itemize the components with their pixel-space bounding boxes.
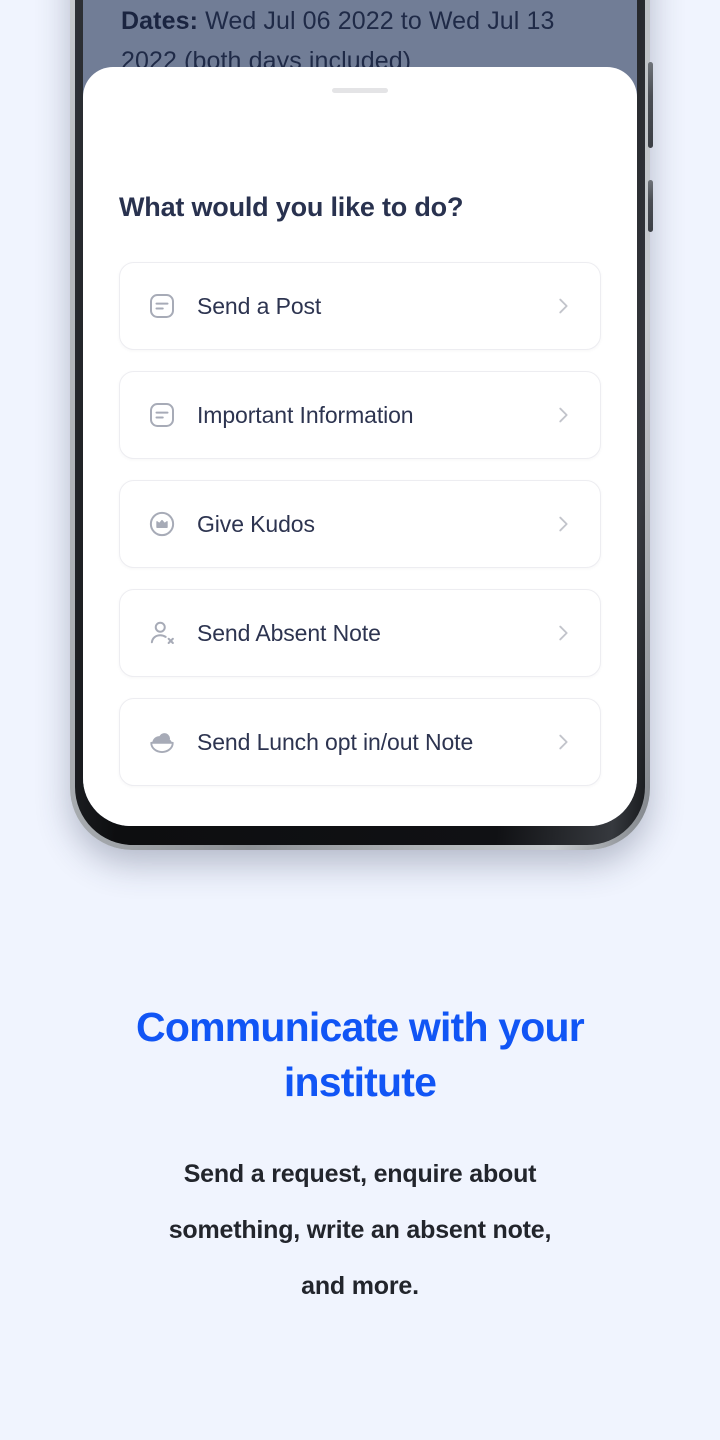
chevron-right-icon — [552, 513, 574, 535]
option-label: Send a Post — [197, 292, 322, 319]
sheet-title: What would you like to do? — [119, 192, 464, 222]
chevron-right-icon — [552, 404, 574, 426]
dates-label: Dates: — [121, 7, 199, 35]
action-bottom-sheet: What would you like to do? Send a Post I… — [83, 67, 637, 826]
kudos-crown-icon — [147, 509, 177, 539]
volume-button[interactable] — [648, 180, 653, 232]
option-important-information[interactable]: Important Information — [119, 371, 601, 459]
option-send-lunch-note[interactable]: Send Lunch opt in/out Note — [119, 698, 601, 786]
note-lines-icon — [147, 291, 177, 321]
phone-mockup: Dates: Wed Jul 06 2022 to Wed Jul 13 202… — [70, 0, 653, 850]
lunch-bowl-icon — [147, 727, 177, 757]
option-label: Give Kudos — [197, 510, 315, 537]
drag-handle[interactable] — [332, 88, 388, 93]
option-list: Send a Post Important Information Give K… — [119, 262, 601, 807]
option-label: Important Information — [197, 401, 414, 428]
promo-section: Communicate with your institute Send a r… — [0, 1000, 720, 1314]
chevron-right-icon — [552, 731, 574, 753]
option-give-kudos[interactable]: Give Kudos — [119, 480, 601, 568]
chevron-right-icon — [552, 622, 574, 644]
promo-subtitle: Send a request, enquire about something,… — [168, 1160, 552, 1300]
option-label: Send Absent Note — [197, 619, 381, 646]
user-absent-icon — [147, 618, 177, 648]
onboarding-screen: Dates: Wed Jul 06 2022 to Wed Jul 13 202… — [0, 0, 720, 1440]
chevron-right-icon — [552, 295, 574, 317]
phone-screen: Dates: Wed Jul 06 2022 to Wed Jul 13 202… — [83, 0, 637, 826]
option-send-absent-note[interactable]: Send Absent Note — [119, 589, 601, 677]
dates-value: Wed Jul 06 2022 to Wed Jul 13 — [205, 7, 555, 35]
option-label: Send Lunch opt in/out Note — [197, 728, 474, 755]
note-lines-icon — [147, 400, 177, 430]
option-send-a-post[interactable]: Send a Post — [119, 262, 601, 350]
power-button[interactable] — [648, 62, 653, 148]
promo-title: Communicate with your institute — [136, 1004, 585, 1105]
